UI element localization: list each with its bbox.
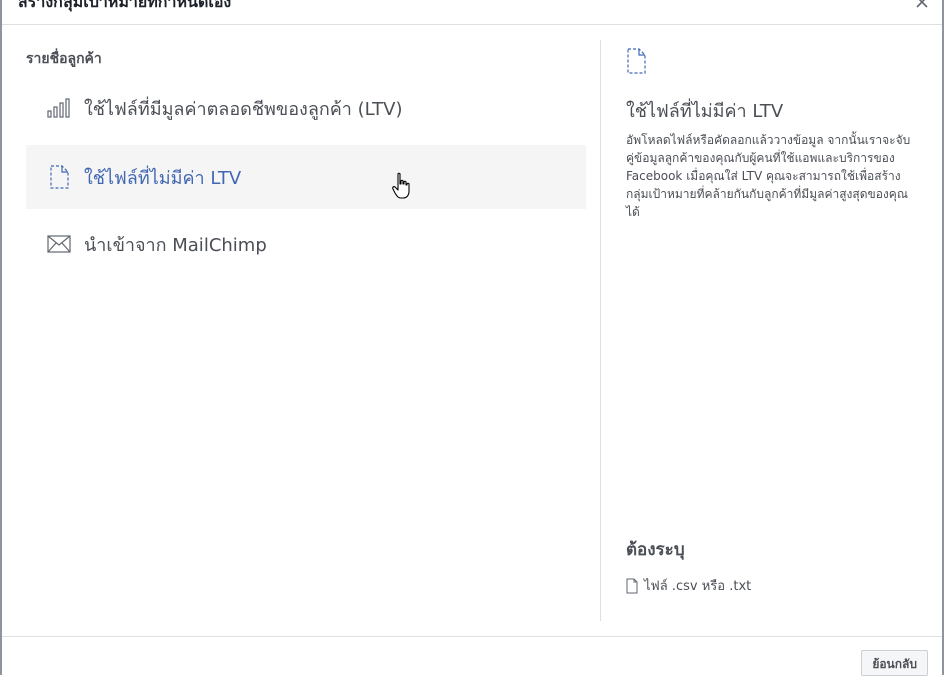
requirements-title: ต้องระบุ — [626, 540, 685, 560]
section-label: รายชื่อลูกค้า — [26, 51, 102, 67]
detail-description: อัพโหลดไฟล์หรือคัดลอกแล้ววางข้อมูล จากนั… — [626, 133, 911, 219]
dialog-header: สร้างกลุ่มเป้าหมายที่กำหนดเอง — [2, 0, 942, 25]
option-mailchimp[interactable]: นำเข้าจาก MailChimp — [26, 212, 586, 276]
right-pane: ใช้ไฟล์ที่ไม่มีค่า LTV อัพโหลดไฟล์หรือคั… — [626, 48, 916, 221]
close-button[interactable] — [914, 0, 930, 10]
dialog-title: สร้างกลุ่มเป้าหมายที่กำหนดเอง — [18, 0, 232, 11]
custom-audience-dialog: สร้างกลุ่มเป้าหมายที่กำหนดเอง รายชื่อลูก… — [0, 0, 944, 676]
detail-title: ใช้ไฟล์ที่ไม่มีค่า LTV — [626, 101, 784, 122]
requirement-label: ไฟล์ .csv หรือ .txt — [644, 579, 752, 594]
requirements-block: ต้องระบุ ไฟล์ .csv หรือ .txt — [626, 536, 916, 596]
file-icon — [626, 578, 638, 593]
back-button[interactable]: ย้อนกลับ — [861, 650, 928, 676]
pane-divider — [600, 40, 601, 621]
option-label: ใช้ไฟล์ที่มีมูลค่าตลอดชีพของลูกค้า (LTV) — [84, 98, 403, 120]
file-icon — [46, 164, 72, 190]
option-no-ltv-file[interactable]: ใช้ไฟล์ที่ไม่มีค่า LTV — [26, 145, 586, 209]
left-pane: รายชื่อลูกค้า ใช้ไฟล์ที่มีมูลค่าตลอดชีพข… — [26, 40, 588, 256]
envelope-icon — [46, 231, 72, 257]
option-label: นำเข้าจาก MailChimp — [84, 234, 267, 256]
close-icon — [916, 0, 928, 8]
requirement-item: ไฟล์ .csv หรือ .txt — [626, 575, 916, 596]
dialog-footer: ย้อนกลับ — [2, 636, 942, 676]
option-label: ใช้ไฟล์ที่ไม่มีค่า LTV — [84, 167, 242, 189]
hand-cursor-icon — [392, 172, 410, 199]
bar-chart-icon — [46, 95, 72, 121]
file-icon — [626, 48, 646, 78]
option-ltv-file[interactable]: ใช้ไฟล์ที่มีมูลค่าตลอดชีพของลูกค้า (LTV) — [26, 76, 586, 140]
